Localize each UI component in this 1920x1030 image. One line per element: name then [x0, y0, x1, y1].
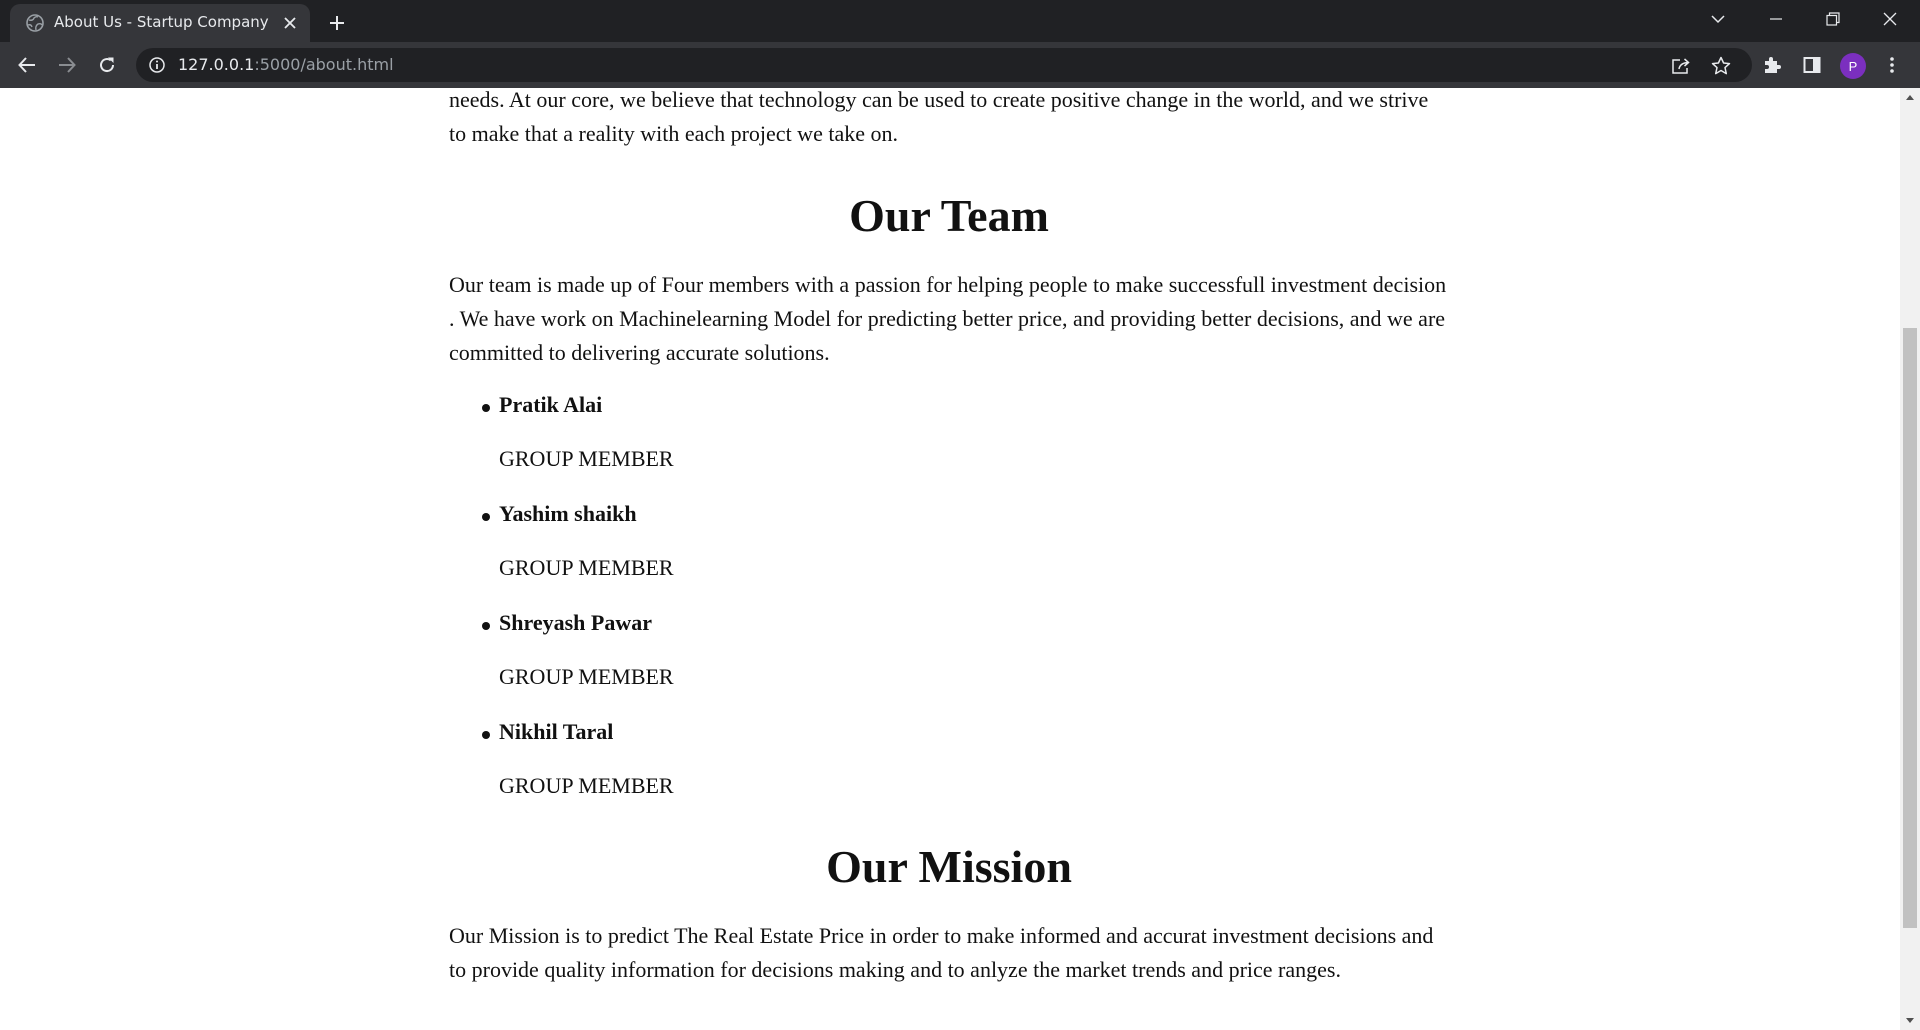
browser-titlebar: About Us - Startup Company	[0, 0, 1920, 42]
url-host: 127.0.0.1	[178, 55, 255, 74]
bookmark-star-icon[interactable]	[1710, 55, 1732, 77]
close-tab-icon[interactable]	[280, 13, 300, 33]
mission-heading: Our Mission	[826, 841, 1072, 892]
member-role: GROUP MEMBER	[499, 446, 674, 471]
team-member-item: Shreyash Pawar GROUP MEMBER	[449, 606, 1449, 715]
scroll-up-arrow-icon[interactable]	[1900, 88, 1920, 106]
member-name: Yashim shaikh	[499, 501, 637, 526]
mission-text: Our Mission is to predict The Real Estat…	[449, 923, 1434, 982]
scroll-down-arrow-icon[interactable]	[1900, 1012, 1920, 1030]
info-icon[interactable]	[148, 56, 166, 74]
side-panel-icon[interactable]	[1800, 53, 1824, 77]
globe-icon	[26, 14, 44, 32]
restore-icon	[1826, 12, 1840, 26]
restore-button[interactable]	[1805, 0, 1861, 38]
address-bar[interactable]: 127.0.0.1:5000/about.html	[136, 48, 1752, 82]
tab-title: About Us - Startup Company	[54, 13, 269, 31]
vertical-scrollbar[interactable]	[1900, 88, 1920, 1030]
arrow-left-icon	[18, 57, 35, 73]
minimize-icon	[1770, 18, 1782, 20]
extensions-puzzle-icon[interactable]	[1760, 53, 1784, 77]
reload-icon	[100, 57, 115, 73]
member-role: GROUP MEMBER	[499, 555, 674, 580]
team-member-item: Nikhil Taral GROUP MEMBER	[449, 715, 1449, 824]
more-menu-icon[interactable]	[1880, 53, 1904, 77]
reload-button[interactable]	[91, 49, 123, 81]
list-bullet	[482, 731, 490, 739]
page-viewport: needs. At our core, we believe that tech…	[0, 88, 1920, 1030]
member-name: Nikhil Taral	[499, 719, 614, 744]
forward-button[interactable]	[51, 49, 83, 81]
scroll-thumb[interactable]	[1903, 328, 1917, 928]
profile-avatar[interactable]: P	[1840, 53, 1866, 79]
tab-search-button[interactable]	[1690, 0, 1746, 38]
list-bullet	[482, 404, 490, 412]
share-icon[interactable]	[1670, 55, 1692, 77]
member-role: GROUP MEMBER	[499, 664, 674, 689]
plus-icon	[330, 16, 344, 30]
list-bullet	[482, 513, 490, 521]
team-description: Our team is made up of Four members with…	[449, 272, 1447, 365]
new-tab-button[interactable]	[324, 10, 350, 36]
back-button[interactable]	[11, 49, 43, 81]
team-member-item: Pratik Alai GROUP MEMBER	[449, 388, 1449, 497]
list-bullet	[482, 622, 490, 630]
member-role: GROUP MEMBER	[499, 773, 674, 798]
close-window-button[interactable]	[1862, 0, 1918, 38]
team-member-item: Yashim shaikh GROUP MEMBER	[449, 497, 1449, 606]
chevron-down-icon	[1711, 15, 1725, 24]
member-name: Shreyash Pawar	[499, 610, 652, 635]
team-heading: Our Team	[849, 190, 1049, 241]
url-path: :5000/about.html	[254, 55, 394, 74]
member-name: Pratik Alai	[499, 392, 603, 417]
minimize-button[interactable]	[1748, 0, 1804, 38]
browser-toolbar: 127.0.0.1:5000/about.html P	[0, 42, 1920, 88]
team-member-list: Pratik Alai GROUP MEMBER Yashim shaikh G…	[449, 388, 1449, 824]
url-text[interactable]: 127.0.0.1:5000/about.html	[178, 55, 394, 74]
browser-tab[interactable]: About Us - Startup Company	[10, 4, 310, 42]
intro-paragraph: needs. At our core, we believe that tech…	[449, 88, 1429, 146]
close-icon	[1883, 12, 1897, 26]
arrow-right-icon	[59, 57, 76, 73]
